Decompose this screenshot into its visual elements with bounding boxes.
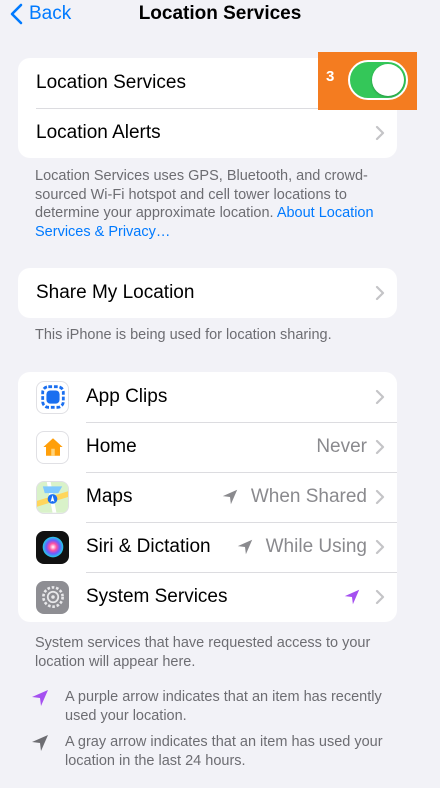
purple-arrow-text: A purple arrow indicates that an item ha… xyxy=(65,689,382,724)
permission-value: While Using xyxy=(236,522,367,572)
location-arrow-gray-icon xyxy=(32,735,48,751)
location-arrow-gray-icon xyxy=(237,539,252,555)
app-row-maps[interactable]: Maps When Shared xyxy=(18,472,397,522)
app-row-home[interactable]: Home Never xyxy=(18,422,397,472)
location-services-label: Location Services xyxy=(36,72,186,93)
app-label: Home xyxy=(86,436,137,457)
gray-arrow-legend: A gray arrow indicates that an item has … xyxy=(30,733,410,770)
siri-icon xyxy=(36,530,69,564)
location-services-toggle[interactable] xyxy=(348,60,408,100)
chevron-right-icon xyxy=(375,539,385,555)
location-arrow-purple-icon xyxy=(32,690,48,706)
annotation-highlight: 3 xyxy=(318,52,417,110)
share-location-group: Share My Location xyxy=(18,268,397,318)
app-label: App Clips xyxy=(86,386,168,407)
share-my-location-label: Share My Location xyxy=(36,282,195,303)
purple-arrow-legend: A purple arrow indicates that an item ha… xyxy=(30,688,410,725)
maps-icon xyxy=(36,480,69,514)
chevron-right-icon xyxy=(375,125,385,141)
app-row-siri[interactable]: Siri & Dictation While Using xyxy=(18,522,397,572)
toggle-knob xyxy=(372,64,404,96)
settings-gear-icon xyxy=(36,580,69,614)
sharing-note: This iPhone is being used for location s… xyxy=(35,327,332,343)
app-label: Siri & Dictation xyxy=(86,536,211,557)
apps-group: App Clips Home Never Maps When Shared Si… xyxy=(18,372,397,622)
chevron-right-icon xyxy=(375,389,385,405)
permission-value xyxy=(343,572,367,622)
app-clips-icon xyxy=(36,380,69,414)
permission-value: When Shared xyxy=(221,472,367,522)
chevron-right-icon xyxy=(375,439,385,455)
location-arrow-gray-icon xyxy=(222,489,238,505)
home-icon xyxy=(36,430,69,464)
app-row-system-services[interactable]: System Services xyxy=(18,572,397,622)
page-title: Location Services xyxy=(138,3,302,24)
gray-arrow-text: A gray arrow indicates that an item has … xyxy=(65,734,383,769)
app-label: System Services xyxy=(86,586,228,607)
location-alerts-label: Location Alerts xyxy=(36,122,161,143)
chevron-right-icon xyxy=(375,489,385,505)
share-my-location-row[interactable]: Share My Location xyxy=(18,268,397,318)
location-services-description: Location Services uses GPS, Bluetooth, a… xyxy=(35,167,400,241)
chevron-right-icon xyxy=(375,589,385,605)
system-services-note: System services that have requested acce… xyxy=(35,635,371,670)
location-arrow-purple-icon xyxy=(344,589,360,605)
chevron-right-icon xyxy=(375,285,385,301)
location-alerts-row[interactable]: Location Alerts xyxy=(18,108,397,158)
navigation-bar: Back Location Services xyxy=(0,0,440,32)
app-label: Maps xyxy=(86,486,133,507)
annotation-badge: 3 xyxy=(326,68,335,85)
permission-value: Never xyxy=(316,436,367,457)
app-row-app-clips[interactable]: App Clips xyxy=(18,372,397,422)
